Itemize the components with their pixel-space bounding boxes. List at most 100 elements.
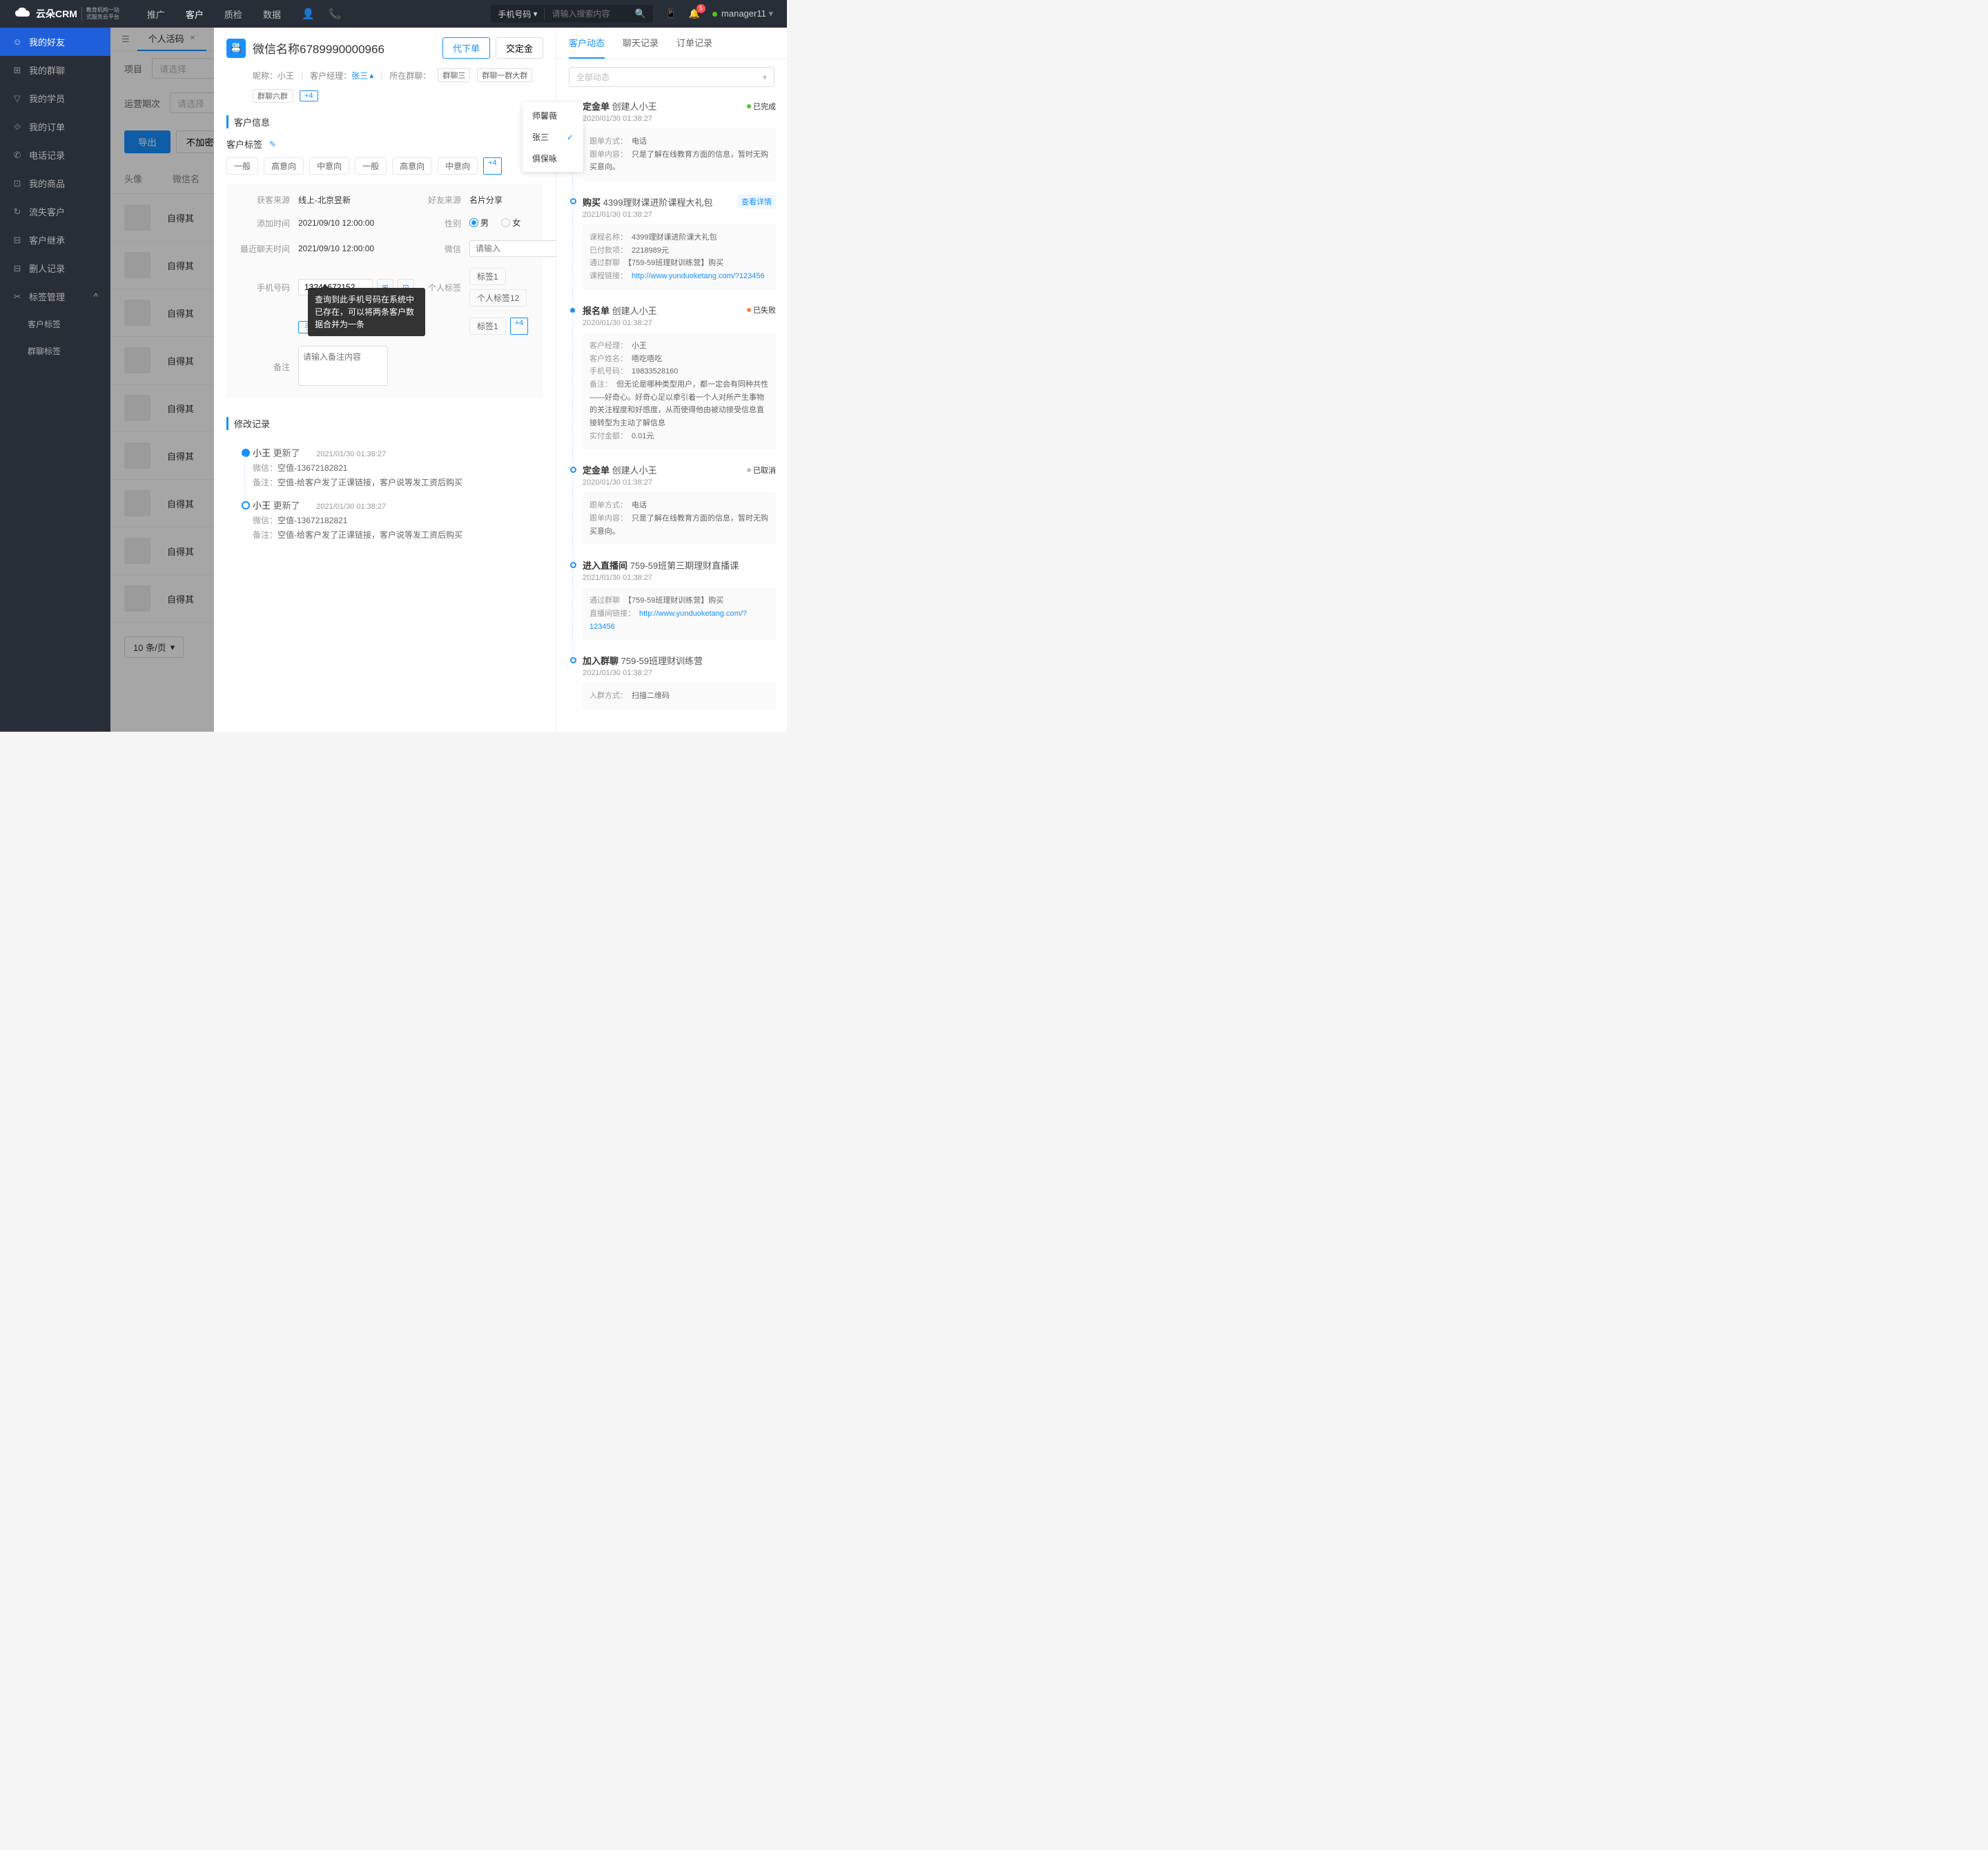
search-box: 手机号码▾ 🔍 bbox=[491, 5, 652, 23]
right-tabs: 客户动态 聊天记录 订单记录 bbox=[556, 28, 787, 59]
history-item: 小王 更新了 2021/01/30 01:38:27微信：空值-13672182… bbox=[243, 446, 534, 498]
phone-dup-tooltip: 查询到此手机号码在系统中已存在，可以将两条客户数据合并为一条 bbox=[308, 288, 425, 336]
tag-row: 客户标签 ✎ bbox=[226, 137, 543, 150]
chevron-down-icon: ▾ bbox=[533, 9, 537, 19]
top-icons: 👤 📞 bbox=[302, 8, 341, 20]
delete-icon: ⊟ bbox=[12, 263, 22, 274]
feed-item: 定金单 创建人小王已完成2020/01/30 01:38:27跟单方式：电话跟单… bbox=[570, 92, 776, 188]
lost-icon: ↻ bbox=[12, 206, 22, 217]
activity-filter[interactable]: 全部动态▾ bbox=[569, 67, 774, 87]
group-tag: 群聊三 bbox=[438, 68, 470, 82]
logo-subtitle: 教育机构一站式服务云平台 bbox=[81, 7, 119, 20]
sidebar-item-friends[interactable]: ☺我的好友 bbox=[0, 28, 110, 56]
panel-header: 📇 微信名称6789990000966 代下单 交定金 bbox=[214, 28, 556, 68]
nav-customer[interactable]: 客户 bbox=[186, 8, 204, 21]
chevron-up-icon: ^ bbox=[94, 291, 98, 302]
sidebar-sub-group-tags[interactable]: 群聊标签 bbox=[0, 338, 110, 364]
sidebar-item-delete[interactable]: ⊟删人记录 bbox=[0, 254, 110, 282]
sidebar-item-calls[interactable]: ✆电话记录 bbox=[0, 141, 110, 169]
order-icon: ⟐ bbox=[12, 121, 22, 133]
section-cust-info: 客户信息 bbox=[226, 115, 543, 128]
sidebar-item-tags[interactable]: ✂标签管理^ bbox=[0, 282, 110, 311]
filter-icon: ▽ bbox=[12, 93, 22, 104]
radio-male[interactable]: 男 bbox=[469, 217, 489, 228]
person-icon[interactable]: 👤 bbox=[302, 8, 315, 20]
order-button[interactable]: 代下单 bbox=[442, 37, 490, 59]
panel-title: 微信名称6789990000966 bbox=[253, 39, 384, 57]
customer-tag: 中意向 bbox=[438, 157, 478, 175]
sidebar-item-orders[interactable]: ⟐我的订单 bbox=[0, 113, 110, 141]
deposit-button[interactable]: 交定金 bbox=[496, 37, 543, 59]
wechat-icon: 📇 bbox=[226, 39, 246, 58]
tag-label: 客户标签 bbox=[226, 137, 262, 150]
customer-tag: 高意向 bbox=[264, 157, 304, 175]
customer-tag: 高意向 bbox=[392, 157, 432, 175]
detail-panel: 📇 微信名称6789990000966 代下单 交定金 昵称：小王| 客户经理：… bbox=[214, 28, 787, 732]
group-more[interactable]: +4 bbox=[300, 90, 318, 101]
topbar: 云朵CRM 教育机构一站式服务云平台 推广 客户 质检 数据 👤 📞 手机号码▾… bbox=[0, 0, 787, 28]
sidebar-item-groups[interactable]: ⊞我的群聊 bbox=[0, 56, 110, 84]
logo-text: 云朵CRM bbox=[36, 7, 77, 21]
bell-icon[interactable]: 🔔 bbox=[689, 8, 700, 19]
inherit-icon: ⊟ bbox=[12, 235, 22, 246]
dropdown-option[interactable]: 俱保咏 bbox=[523, 148, 556, 169]
ptag-more[interactable]: +4 bbox=[510, 318, 529, 335]
dropdown-option[interactable]: 张三✓ bbox=[523, 126, 556, 148]
chevron-down-icon: ▾ bbox=[768, 8, 773, 19]
group-tag: 群聊一群大群 bbox=[477, 68, 532, 82]
mobile-icon[interactable]: 📱 bbox=[665, 8, 676, 19]
group-icon: ⊞ bbox=[12, 65, 22, 76]
sidebar-item-goods[interactable]: ⊡我的商品 bbox=[0, 169, 110, 197]
dropdown-option[interactable]: 师馨薇 bbox=[523, 105, 556, 126]
tag-icon: ✂ bbox=[12, 291, 22, 302]
tag-more[interactable]: +4 bbox=[483, 157, 502, 175]
search-icon[interactable]: 🔍 bbox=[627, 8, 652, 19]
history-item: 小王 更新了 2021/01/30 01:38:27微信：空值-13672182… bbox=[243, 498, 534, 551]
manager-dropdown-trigger[interactable]: 张三 ▴ bbox=[351, 70, 373, 81]
customer-tag: 一般 bbox=[226, 157, 258, 175]
feed-item: 进入直播间 759-59班第三期理财直播课2021/01/30 01:38:27… bbox=[570, 552, 776, 647]
personal-tag: 标签1 bbox=[469, 268, 506, 285]
remark-input[interactable] bbox=[298, 346, 388, 386]
customer-tag: 一般 bbox=[355, 157, 387, 175]
feed-item: 购买 4399理财课进阶课程大礼包查看详情2021/01/30 01:38:27… bbox=[570, 188, 776, 297]
panel-subheader: 昵称：小王| 客户经理：张三 ▴| 所在群聊： 群聊三 群聊一群大群 群聊六群 … bbox=[214, 68, 556, 106]
group-tag: 群聊六群 bbox=[253, 89, 293, 103]
sidebar-sub-cust-tags[interactable]: 客户标签 bbox=[0, 311, 110, 338]
sidebar-item-students[interactable]: ▽我的学员 bbox=[0, 84, 110, 113]
nav-qc[interactable]: 质检 bbox=[224, 8, 242, 21]
feed-item: 定金单 创建人小王已取消2020/01/30 01:38:27跟单方式：电话跟单… bbox=[570, 456, 776, 552]
sidebar: ☺我的好友 ⊞我的群聊 ▽我的学员 ⟐我的订单 ✆电话记录 ⊡我的商品 ↻流失客… bbox=[0, 28, 110, 732]
search-type-select[interactable]: 手机号码▾ bbox=[491, 8, 545, 20]
phone-icon[interactable]: 📞 bbox=[329, 8, 342, 20]
rtab-activity[interactable]: 客户动态 bbox=[569, 28, 605, 59]
wechat-input[interactable] bbox=[469, 240, 556, 257]
rtab-chat[interactable]: 聊天记录 bbox=[623, 28, 659, 58]
info-grid: 获客来源线上-北京昱新 好友来源名片分享 添加时间2021/09/10 12:0… bbox=[226, 184, 543, 398]
feed-item: 报名单 创建人小王已失败2020/01/30 01:38:27客户经理：小王客户… bbox=[570, 297, 776, 457]
nav-promo[interactable]: 推广 bbox=[147, 8, 165, 21]
view-detail[interactable]: 查看详情 bbox=[737, 195, 776, 208]
chevron-down-icon: ▾ bbox=[763, 72, 767, 82]
sidebar-item-lost[interactable]: ↻流失客户 bbox=[0, 197, 110, 226]
search-input[interactable] bbox=[545, 9, 627, 19]
logo: 云朵CRM 教育机构一站式服务云平台 bbox=[14, 7, 119, 21]
customer-tag: 中意向 bbox=[309, 157, 349, 175]
edit-icon[interactable]: ✎ bbox=[269, 139, 276, 149]
chevron-up-icon: ▴ bbox=[369, 70, 373, 80]
nav-data[interactable]: 数据 bbox=[263, 8, 281, 21]
cloud-icon bbox=[14, 7, 32, 21]
sidebar-item-inherit[interactable]: ⊟客户继承 bbox=[0, 226, 110, 254]
call-icon: ✆ bbox=[12, 150, 22, 161]
personal-tag: 个人标签12 bbox=[469, 289, 527, 306]
feed-item: 加入群聊 759-59班理财训练营2021/01/30 01:38:27入群方式… bbox=[570, 647, 776, 717]
radio-female[interactable]: 女 bbox=[501, 217, 520, 228]
section-history: 修改记录 bbox=[226, 417, 543, 430]
friend-icon: ☺ bbox=[12, 37, 22, 47]
rtab-orders[interactable]: 订单记录 bbox=[676, 28, 712, 58]
personal-tag: 标签1 bbox=[469, 318, 506, 335]
goods-icon: ⊡ bbox=[12, 178, 22, 189]
manager-dropdown: 师馨薇 张三✓ 俱保咏 bbox=[523, 102, 556, 172]
top-nav: 推广 客户 质检 数据 bbox=[147, 8, 281, 21]
user-menu[interactable]: manager11 ▾ bbox=[712, 8, 773, 19]
